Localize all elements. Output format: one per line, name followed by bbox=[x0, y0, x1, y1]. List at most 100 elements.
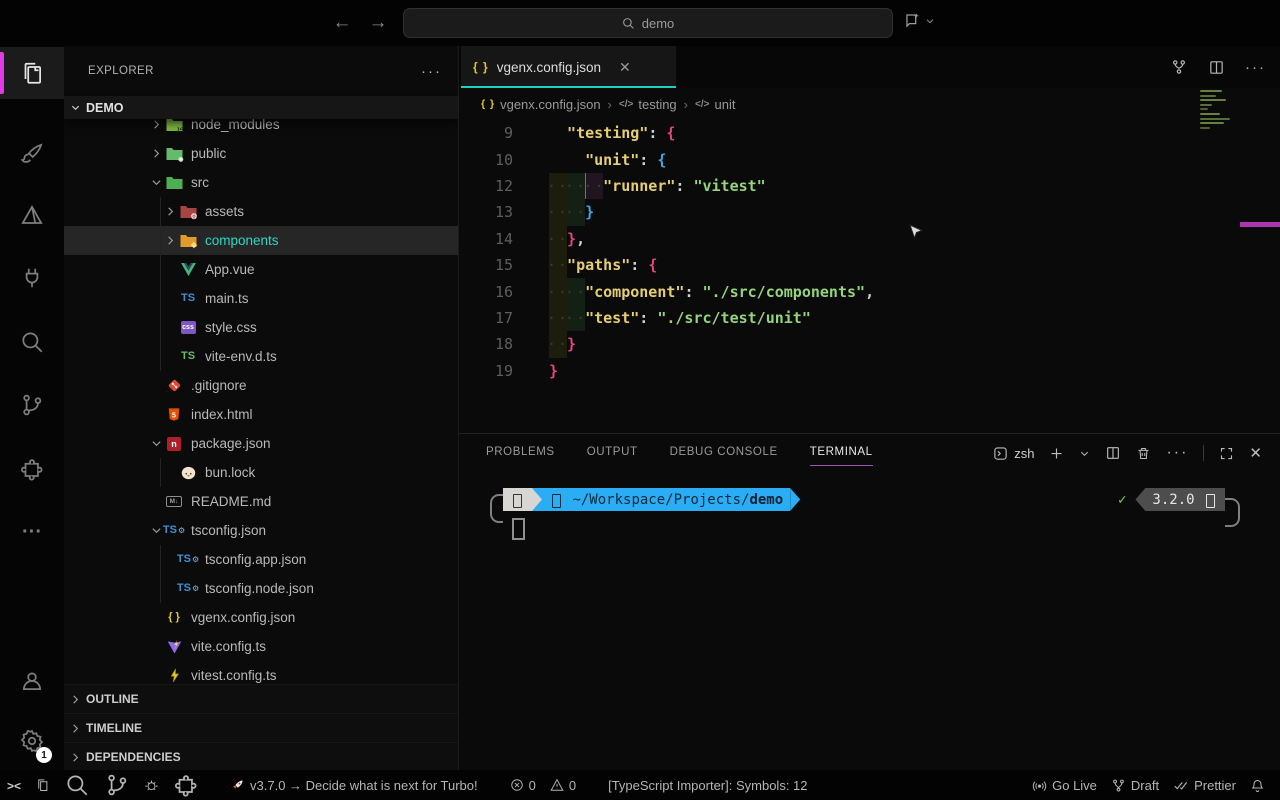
panel-tab-output[interactable]: OUTPUT bbox=[587, 446, 638, 466]
terminal-shell-chip[interactable]: zsh bbox=[993, 446, 1034, 461]
status-item-remote[interactable]: >< bbox=[0, 770, 28, 800]
status-item--typescript-import[interactable]: [TypeScript Importer]: Symbols: 12 bbox=[601, 770, 814, 800]
code-tag-icon: </> bbox=[618, 98, 634, 110]
code-token: : bbox=[648, 124, 667, 143]
breadcrumb-item[interactable]: { } vgenx.config.json bbox=[481, 97, 601, 112]
tree-item-public[interactable]: ◉ public bbox=[64, 139, 458, 168]
status-item-warning[interactable]: 0 bbox=[543, 770, 583, 800]
code-token: } bbox=[585, 203, 595, 222]
tree-item--gitignore[interactable]: .gitignore bbox=[64, 371, 458, 400]
tree-item-index-html[interactable]: 5 index.html bbox=[64, 400, 458, 429]
tab-close-icon[interactable]: ✕ bbox=[619, 59, 631, 76]
tree-item-readme-md[interactable]: M↓ README.md bbox=[64, 487, 458, 516]
tree-item-package-json[interactable]: n package.json bbox=[64, 429, 458, 458]
code-line-10[interactable]: 10 "unit": { bbox=[459, 146, 1280, 172]
chevron-right-icon bbox=[70, 723, 81, 734]
split-editor-icon[interactable] bbox=[1208, 59, 1225, 76]
tree-item-style-css[interactable]: css style.css bbox=[64, 313, 458, 342]
code-line-19[interactable]: 19} bbox=[459, 358, 1280, 384]
tree-item-main-ts[interactable]: TS main.ts bbox=[64, 284, 458, 313]
section-header-dependencies[interactable]: DEPENDENCIES bbox=[64, 742, 458, 770]
tree-item-bun-lock[interactable]: bun.lock bbox=[64, 458, 458, 487]
code-editor[interactable]: 9 "testing": {10 "unit": {12 ·· ·· ·· "runner"… bbox=[459, 120, 1280, 384]
code-line-12[interactable]: 12 ·· ·· ·· "runner": "vitest" bbox=[459, 172, 1280, 200]
activity-item-plug[interactable] bbox=[0, 252, 64, 304]
activity-item-more[interactable]: ··· bbox=[0, 506, 64, 558]
breadcrumb-item[interactable]: </> unit bbox=[695, 97, 735, 112]
status-item-double-check[interactable]: Prettier bbox=[1166, 770, 1243, 800]
activity-item-settings[interactable]: 1 bbox=[0, 715, 64, 767]
tree-item-tsconfig-json[interactable]: TS ⚙ tsconfig.json bbox=[64, 516, 458, 545]
status-item-extensions[interactable] bbox=[166, 770, 206, 800]
code-line-9[interactable]: 9 "testing": { bbox=[459, 120, 1280, 146]
tree-item-components[interactable]: ❖ components bbox=[64, 226, 458, 255]
explorer-sidebar: EXPLORER ··· DEMO JS node_modules ◉ public… bbox=[64, 46, 458, 770]
source-control-graph-icon[interactable] bbox=[1170, 58, 1188, 76]
close-panel-icon[interactable]: ✕ bbox=[1249, 444, 1262, 462]
breadcrumb: { } vgenx.config.json › </> testing › </> unit bbox=[459, 88, 1280, 120]
tree-item-tsconfig-node-json[interactable]: TS ⚙ tsconfig.node.json bbox=[64, 574, 458, 603]
status-item-fork[interactable]: Draft bbox=[1104, 770, 1166, 800]
git-icon bbox=[164, 378, 184, 393]
tree-item-tsconfig-app-json[interactable]: TS ⚙ tsconfig.app.json bbox=[64, 545, 458, 574]
tree-item-app-vue[interactable]: App.vue bbox=[64, 255, 458, 284]
nav-back-icon[interactable]: ← bbox=[330, 11, 354, 35]
status-item-files[interactable] bbox=[28, 770, 57, 800]
status-item-bell[interactable] bbox=[1243, 770, 1272, 800]
activity-item-source-control[interactable] bbox=[0, 379, 64, 431]
copilot-menu-button[interactable] bbox=[903, 11, 935, 30]
command-center-search[interactable]: demo bbox=[403, 8, 893, 38]
files-icon bbox=[35, 778, 50, 793]
code-line-16[interactable]: 16 ·· ·· "component": "./src/components", bbox=[459, 278, 1280, 305]
code-line-18[interactable]: 18 ··} bbox=[459, 331, 1280, 358]
kill-terminal-trash-icon[interactable] bbox=[1136, 446, 1151, 461]
json-braces-icon: { } bbox=[168, 611, 180, 623]
code-line-15[interactable]: 15 ·· "paths": { bbox=[459, 251, 1280, 279]
status-item-debug[interactable] bbox=[137, 770, 166, 800]
status-item-rocket[interactable]: v3.7.0 → Decide what is next for Turbo! bbox=[224, 770, 485, 800]
explorer-more-actions-icon[interactable]: ··· bbox=[421, 63, 442, 80]
breadcrumb-item[interactable]: </> testing bbox=[619, 97, 677, 112]
code-line-17[interactable]: 17 ·· ·· "test": "./src/test/unit" bbox=[459, 304, 1280, 332]
minimap-line bbox=[1200, 99, 1226, 102]
tree-item-src[interactable]: src bbox=[64, 168, 458, 197]
indent: ·· bbox=[547, 225, 567, 252]
code-line-13[interactable]: 13 ·· ··} bbox=[459, 199, 1280, 226]
minimap[interactable] bbox=[1200, 90, 1236, 131]
tree-item-vite-env-d-ts[interactable]: TS vite-env.d.ts bbox=[64, 342, 458, 371]
status-item-error[interactable]: 0 bbox=[503, 770, 543, 800]
code-line-14[interactable]: 14 ··}, bbox=[459, 225, 1280, 252]
terminal-output[interactable]: ~/Workspace/Projects/demo ✓ 3.2.0 bbox=[459, 482, 1280, 762]
more-actions-icon[interactable]: ··· bbox=[1245, 59, 1266, 76]
tree-item-vgenx-config-json[interactable]: { } vgenx.config.json bbox=[64, 603, 458, 632]
maximize-panel-icon[interactable] bbox=[1219, 446, 1234, 461]
tree-item-vite-config-ts[interactable]: vite.config.ts bbox=[64, 632, 458, 661]
tree-item-assets[interactable]: ⚙ assets bbox=[64, 197, 458, 226]
activity-item-account[interactable] bbox=[0, 655, 64, 707]
activity-item-brush[interactable] bbox=[0, 128, 64, 180]
prompt-path-segment: ~/Workspace/Projects/demo bbox=[542, 488, 791, 511]
activity-item-explorer[interactable] bbox=[0, 47, 64, 99]
activity-item-extensions[interactable] bbox=[0, 443, 64, 495]
tree-item-label: tsconfig.app.json bbox=[205, 552, 307, 567]
ts-blue-icon: TS bbox=[180, 292, 196, 304]
panel-tab-problems[interactable]: PROBLEMS bbox=[486, 446, 555, 466]
section-header-outline[interactable]: OUTLINE bbox=[64, 684, 458, 713]
status-item-source-control[interactable] bbox=[97, 770, 137, 800]
panel-tab-debug-console[interactable]: DEBUG CONSOLE bbox=[670, 446, 778, 466]
section-header-timeline[interactable]: TIMELINE bbox=[64, 713, 458, 742]
section-header-demo[interactable]: DEMO bbox=[64, 96, 458, 119]
nav-forward-icon[interactable]: → bbox=[366, 11, 390, 35]
panel-more-actions-icon[interactable]: ··· bbox=[1166, 444, 1188, 462]
panel-tab-terminal[interactable]: TERMINAL bbox=[809, 446, 873, 466]
status-item-search[interactable] bbox=[57, 770, 97, 800]
activity-item-pyramid[interactable] bbox=[0, 190, 64, 242]
shell-label: zsh bbox=[1014, 445, 1035, 461]
chevron-right-icon bbox=[162, 206, 178, 217]
status-item-broadcast[interactable]: Go Live bbox=[1025, 770, 1104, 800]
split-terminal-icon[interactable] bbox=[1105, 445, 1121, 461]
activity-item-search[interactable] bbox=[0, 316, 64, 368]
tab-vgenx-config-json[interactable]: { } vgenx.config.json ✕ bbox=[461, 46, 676, 88]
new-terminal-icon[interactable] bbox=[1049, 446, 1064, 461]
launch-profile-chevron-icon[interactable] bbox=[1079, 448, 1090, 459]
